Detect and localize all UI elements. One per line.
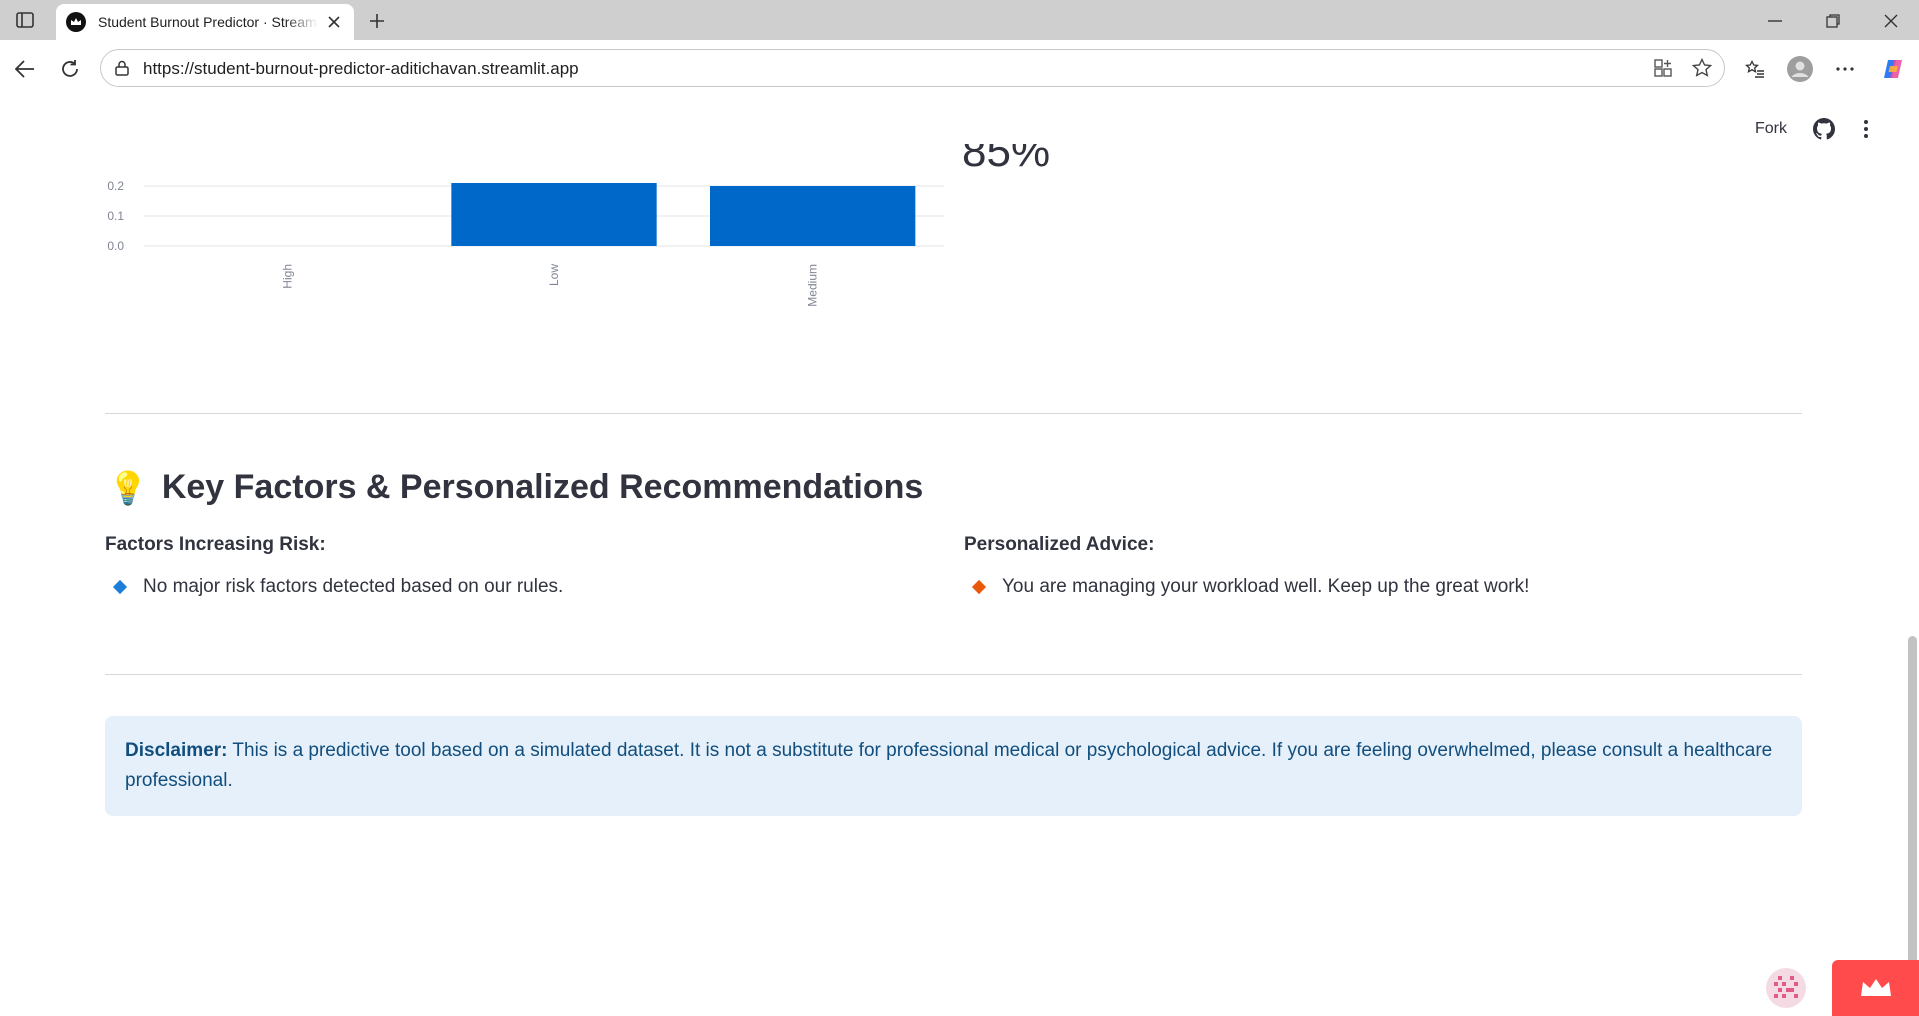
section-divider [105, 413, 1802, 414]
section-header: 💡 Key Factors & Personalized Recommendat… [108, 468, 923, 507]
user-avatar[interactable] [1766, 968, 1806, 1008]
app-toolbar: Fork [1755, 118, 1877, 140]
close-tab-icon[interactable] [324, 12, 344, 32]
y-tick-label: 0.1 [107, 209, 124, 223]
site-info-lock-icon[interactable] [115, 60, 129, 76]
back-arrow-icon[interactable] [10, 54, 40, 84]
tab-actions-icon[interactable] [12, 8, 38, 32]
section-divider [105, 674, 1802, 675]
tab-title: Student Burnout Predictor · Streamlit [98, 14, 318, 30]
address-bar[interactable]: https://student-burnout-predictor-aditic… [100, 49, 1725, 87]
burnout-probability-bar-chart: 0.0 0.1 0.2 High Low Medium [107, 179, 944, 307]
advice-heading: Personalized Advice: [964, 534, 1155, 555]
favorites-list-icon[interactable] [1740, 54, 1770, 84]
disclaimer-label: Disclaimer: [125, 740, 228, 761]
profile-avatar-icon[interactable] [1785, 54, 1815, 84]
favorite-star-icon[interactable] [1692, 58, 1712, 78]
disclaimer-info-box: Disclaimer: This is a predictive tool ba… [105, 716, 1802, 816]
x-tick-label: Medium [806, 264, 820, 307]
app-main: Fork 0.0 0.1 0.2 High Low Medium 85% 💡 Key Fa… [0, 96, 1919, 1016]
bar-low[interactable] [451, 183, 657, 246]
factor-item: No major risk factors detected based on … [105, 576, 563, 598]
factors-heading: Factors Increasing Risk: [105, 534, 326, 555]
bar-medium[interactable] [710, 186, 916, 246]
reload-icon[interactable] [55, 54, 85, 84]
browser-toolbar: https://student-burnout-predictor-aditic… [0, 40, 1919, 136]
browser-tab-bar: Student Burnout Predictor · Streamlit [0, 0, 1919, 40]
new-tab-icon[interactable] [364, 8, 390, 34]
app-available-icon[interactable] [1654, 59, 1672, 77]
minimize-icon[interactable] [1760, 6, 1790, 36]
main-menu-icon[interactable] [1855, 118, 1877, 140]
streamlit-badge[interactable] [1832, 960, 1919, 1016]
browser-tab-active[interactable]: Student Burnout Predictor · Streamlit [56, 4, 354, 40]
restore-icon[interactable] [1818, 6, 1848, 36]
disclaimer-text: This is a predictive tool based on a sim… [125, 740, 1773, 791]
url-text[interactable]: https://student-burnout-predictor-aditic… [143, 59, 579, 79]
more-options-icon[interactable] [1830, 54, 1860, 84]
lightbulb-icon: 💡 [108, 469, 148, 506]
github-icon[interactable] [1813, 118, 1835, 140]
streamlit-crown-icon [1860, 979, 1891, 996]
y-tick-label: 0.2 [107, 179, 124, 193]
copilot-icon[interactable] [1878, 54, 1908, 84]
close-window-icon[interactable] [1876, 6, 1906, 36]
section-title: Key Factors & Personalized Recommendatio… [161, 468, 924, 506]
x-tick-label: Low [547, 264, 561, 286]
confidence-metric-value: 85% [962, 144, 1051, 176]
blue-diamond-icon [112, 579, 128, 595]
fork-button[interactable]: Fork [1755, 120, 1787, 138]
advice-item: You are managing your workload well. Kee… [964, 576, 1529, 598]
y-tick-label: 0.0 [107, 239, 124, 253]
x-tick-label: High [280, 264, 294, 289]
page-scrollbar[interactable] [1908, 636, 1917, 1011]
streamlit-crown-icon [66, 12, 86, 32]
orange-diamond-icon [971, 579, 987, 595]
